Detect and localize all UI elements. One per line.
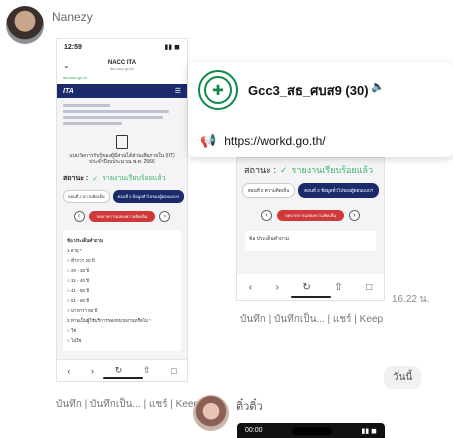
card-row: ○ มากกว่า 60 ปี xyxy=(67,308,98,313)
shared-image[interactable]: 12:59 ▮▮ ◼ ⌄ NACC ITA ita.nacc.go.th ita… xyxy=(56,38,188,382)
text-line xyxy=(63,104,111,107)
screenshot-content: แบบวัดการรับรู้ของผู้มีส่วนได้ส่วนเสียภา… xyxy=(57,98,187,354)
signal-battery-icon: ▮▮ ◼ xyxy=(164,44,180,51)
menu-icon: ☰ xyxy=(174,88,181,95)
status-label: สถานะ : xyxy=(63,175,89,182)
avatar[interactable] xyxy=(193,395,229,431)
tab-list: ตอนที่ 2 ความคิดเห็น ตอนที่ 3 ข้อมูลทั่ว… xyxy=(63,190,184,203)
home-indicator xyxy=(103,377,143,379)
refresh-icon: ↻ xyxy=(114,365,123,375)
forward-icon: › xyxy=(275,281,279,293)
tab-list: ตอนที่ 2 ความคิดเห็น ตอนที่ 3 ข้อมูลทั่ว… xyxy=(237,177,384,198)
status-value: รายงานเรียบร้อยแล้ว xyxy=(291,165,374,175)
prev-icon: ‹ xyxy=(261,210,273,221)
url-bar: ita.nacc.go.th xyxy=(57,75,187,84)
message-actions[interactable]: บันทึก | บันทึกเป็น... | แชร์ | Keep xyxy=(240,312,383,327)
prev-icon: ‹ xyxy=(73,211,85,222)
card-title: ข้อ ประเด็นคำถาม xyxy=(67,238,104,243)
tab-part-2: ตอนที่ 2 ความคิดเห็น xyxy=(242,183,296,198)
tab-part-3: ตอนที่ 3 ข้อมูลทั่วไปของผู้ตอบแบบฯ xyxy=(298,183,380,198)
shared-image[interactable]: 00:00 ▮▮ ◼ xyxy=(237,423,385,438)
announcement-link[interactable]: 📢 https://workd.go.th/ xyxy=(200,133,326,149)
refresh-icon: ↻ xyxy=(302,281,311,293)
tabs-icon: □ xyxy=(366,281,373,293)
signal-battery-icon: ▮▮ ◼ xyxy=(361,427,377,435)
status-time: 00:00 xyxy=(245,427,263,434)
shared-image[interactable]: สถานะ : ✓ รายงานเรียบร้อยแล้ว ตอนที่ 2 ค… xyxy=(236,157,385,301)
tabs-icon: □ xyxy=(171,365,177,376)
card-row: ○ 41 - 50 ปี xyxy=(67,288,90,293)
pager: ‹ บทบาทการแสดงความคิดเห็น › xyxy=(63,211,181,222)
next-icon: › xyxy=(159,211,171,222)
ministry-of-public-health-logo: ✚ xyxy=(198,70,238,110)
home-indicator xyxy=(291,296,331,298)
share-icon: ⇧ xyxy=(334,281,343,293)
app-titlebar: ⌄ NACC ITA ita.nacc.go.th xyxy=(57,55,187,75)
message-actions[interactable]: บันทึก | บันทึกเป็น... | แชร์ | Keep xyxy=(56,397,199,412)
text-line xyxy=(63,110,170,113)
check-icon: ✓ xyxy=(92,175,99,183)
status-bar: 12:59 ▮▮ ◼ xyxy=(57,39,187,55)
card-row: ○ 51 - 60 ปี xyxy=(67,298,90,303)
forward-icon: › xyxy=(91,365,95,376)
back-icon: ‹ xyxy=(248,281,253,293)
tab-part-2: ตอนที่ 2 ความคิดเห็น xyxy=(63,190,110,203)
card-row: ○ ไม่ใช่ xyxy=(67,338,82,343)
status-label: สถานะ : xyxy=(244,165,276,175)
status-time: 12:59 xyxy=(64,43,82,51)
status-value: รายงานเรียบร้อยแล้ว xyxy=(102,175,166,182)
dynamic-island xyxy=(292,426,333,435)
sender-name: Nanezy xyxy=(52,10,93,24)
question-card: ข้อ ประเด็นคำถาม xyxy=(245,231,376,251)
speaker-icon: 🔈 xyxy=(371,81,385,93)
app-subtitle: ita.nacc.go.th xyxy=(110,65,134,71)
megaphone-icon: 📢 xyxy=(200,133,217,148)
tab-part-3: ตอนที่ 3 ข้อมูลทั่วไปของผู้ตอบแบบฯ xyxy=(112,190,184,203)
check-icon: ✓ xyxy=(279,164,288,175)
card-row: ○ 31 - 40 ปี xyxy=(67,278,90,283)
status-row: สถานะ : ✓ รายงานเรียบร้อยแล้ว xyxy=(63,173,181,184)
group-name[interactable]: Gcc3_สธ_ศบส9 (30) xyxy=(248,80,369,101)
pager-button: บทบาทการแสดงความคิดเห็น xyxy=(277,210,344,221)
text-line xyxy=(63,122,122,125)
chevron-down-icon: ⌄ xyxy=(63,61,70,70)
document-icon xyxy=(116,135,128,149)
pager: ‹ บทบาทการแสดงความคิดเห็น › xyxy=(237,210,384,221)
avatar[interactable] xyxy=(6,6,44,44)
card-row: ○ 20 - 30 ปี xyxy=(67,268,90,273)
share-icon: ⇧ xyxy=(142,365,151,375)
survey-heading: แบบวัดการรับรู้ของผู้มีส่วนได้ส่วนเสียภา… xyxy=(69,153,175,165)
link-url[interactable]: https://workd.go.th/ xyxy=(224,134,325,148)
ita-logo: ITA xyxy=(63,87,74,95)
status-row: สถานะ : ✓ รายงานเรียบร้อยแล้ว xyxy=(237,158,384,177)
site-navbar: ITA ☰ xyxy=(57,84,187,98)
pager-button: บทบาทการแสดงความคิดเห็น xyxy=(88,211,156,222)
card-row: 2 ท่านเป็นผู้ใช้บริการของหน่วยงานหรือไม่… xyxy=(67,318,151,323)
next-icon: › xyxy=(348,210,360,221)
back-icon: ‹ xyxy=(67,365,71,376)
sender-name: ติ๋วติ๋ว xyxy=(236,401,263,413)
text-line xyxy=(63,116,164,119)
card-row: 1 อายุ * xyxy=(67,248,82,253)
date-separator: วันนี้ xyxy=(384,366,422,389)
question-card: ข้อ ประเด็นคำถาม 1 อายุ * ○ ต่ำกว่า 20 ป… xyxy=(63,230,181,351)
message-time: 16.22 น. xyxy=(392,294,430,305)
card-row: ○ ต่ำกว่า 20 ปี xyxy=(67,258,95,263)
card-row: ○ ใช่ xyxy=(67,328,77,333)
